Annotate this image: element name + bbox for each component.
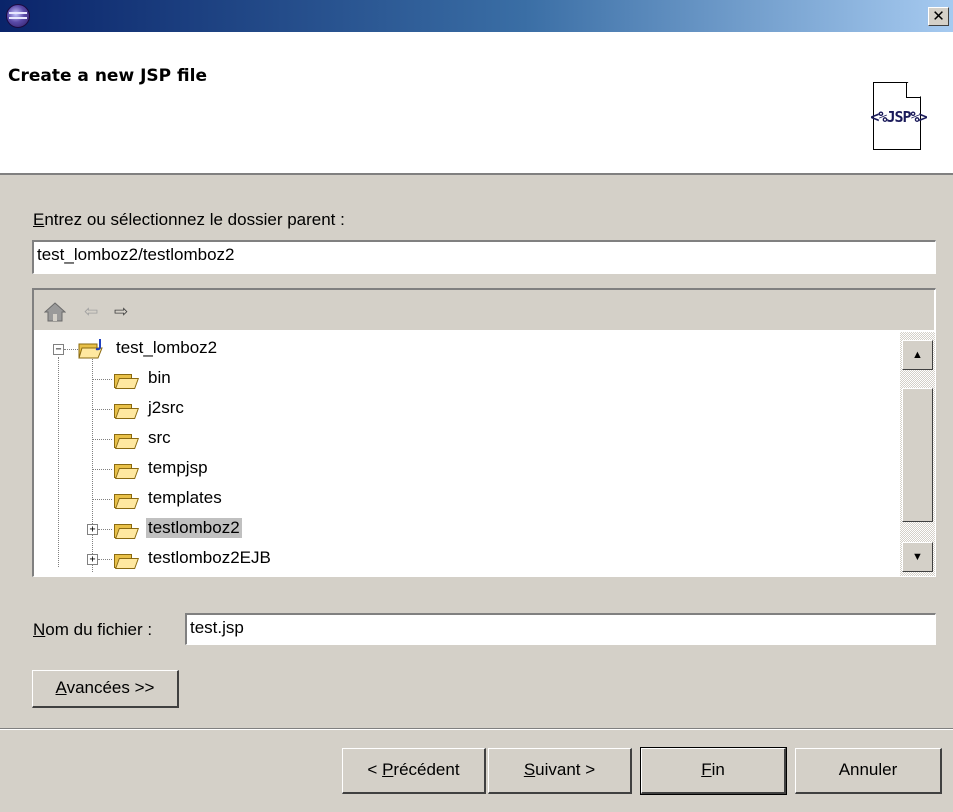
- next-button[interactable]: Suivant >: [488, 748, 632, 794]
- jsp-badge-text: <%JSP%>: [870, 108, 927, 126]
- tree-item-label: tempjsp: [148, 458, 208, 477]
- scroll-down-button[interactable]: ▼: [902, 542, 933, 572]
- file-name-label: Nom du fichier :: [33, 620, 152, 640]
- tree-vertical-scrollbar[interactable]: ▲ ▼: [900, 332, 935, 576]
- tree-item-src[interactable]: src: [34, 428, 900, 458]
- close-button[interactable]: ✕: [928, 7, 949, 26]
- tree-item-tempjsp[interactable]: tempjsp: [34, 458, 900, 488]
- wizard-title: Create a new JSP file: [8, 66, 207, 86]
- back-button[interactable]: < Précédent: [342, 748, 486, 794]
- next-button-text: uivant >: [535, 760, 596, 779]
- tree-item-testlomboz2[interactable]: + testlomboz2: [34, 518, 900, 548]
- tree-item-label: templates: [148, 488, 222, 507]
- file-name-label-accel: N: [33, 620, 46, 639]
- footer-separator: [0, 728, 953, 730]
- tree-item-templates[interactable]: templates: [34, 488, 900, 518]
- tree-item-label: src: [148, 428, 171, 447]
- file-name-input[interactable]: test.jsp: [185, 613, 936, 645]
- folder-icon: [114, 432, 140, 449]
- scroll-up-button[interactable]: ▲: [902, 340, 933, 370]
- file-name-label-text: om du fichier :: [45, 620, 153, 639]
- tree-item-label: testlomboz2: [146, 518, 242, 538]
- tree-item-label: testlomboz2EJB: [148, 548, 271, 567]
- parent-folder-value: test_lomboz2/testlomboz2: [37, 245, 235, 264]
- window-title-bar: ✕: [0, 0, 953, 32]
- tree-connector-h: [98, 559, 112, 560]
- scroll-thumb[interactable]: [902, 388, 933, 522]
- forward-arrow-icon[interactable]: ⇨: [114, 302, 128, 322]
- tree-nav-toolbar: ⇦ ⇨: [34, 290, 934, 330]
- jsp-file-icon: <%JSP%>: [844, 82, 953, 152]
- back-arrow-icon[interactable]: ⇦: [84, 302, 98, 322]
- next-button-accel: S: [523, 760, 536, 779]
- parent-folder-label-accel: E: [33, 210, 45, 229]
- folder-icon: [114, 522, 140, 539]
- tree-connector-h: [92, 439, 112, 440]
- expand-icon[interactable]: +: [87, 554, 98, 565]
- folder-icon: [114, 492, 140, 509]
- tree-connector-h: [64, 349, 78, 350]
- advanced-button[interactable]: Avancées >>: [32, 670, 179, 708]
- tree-item-label: bin: [148, 368, 171, 387]
- back-button-prefix: <: [367, 760, 383, 779]
- folder-icon: [114, 402, 140, 419]
- collapse-icon[interactable]: −: [53, 344, 64, 355]
- wizard-header: Create a new JSP file <%JSP%>: [0, 32, 953, 175]
- tree-root-label: test_lomboz2: [116, 338, 218, 357]
- tree-item-j2src[interactable]: j2src: [34, 398, 900, 428]
- jsp-doc-fold: [906, 82, 920, 98]
- finish-button-accel: F: [701, 760, 712, 779]
- java-project-icon: [78, 339, 103, 359]
- tree-item-bin[interactable]: bin: [34, 368, 900, 398]
- tree-connector-h: [92, 379, 112, 380]
- house-icon[interactable]: [44, 302, 66, 322]
- tree-connector-h: [92, 469, 112, 470]
- finish-button[interactable]: Fin: [640, 747, 787, 795]
- app-icon: [6, 4, 30, 28]
- tree-connector-h: [92, 409, 112, 410]
- back-button-accel: P: [382, 760, 394, 779]
- folder-icon: [114, 462, 140, 479]
- tree-item-label: j2src: [148, 398, 184, 417]
- folder-tree: − test_lomboz2 bin j2src src tempjsp tem…: [34, 332, 900, 576]
- folder-icon: [114, 552, 140, 569]
- cancel-button[interactable]: Annuler: [795, 748, 942, 794]
- back-button-text: récédent: [393, 760, 460, 779]
- tree-connector-h: [92, 499, 112, 500]
- tree-connector-h: [98, 529, 112, 530]
- parent-folder-input[interactable]: test_lomboz2/testlomboz2: [32, 240, 936, 274]
- file-name-value: test.jsp: [190, 618, 244, 637]
- parent-folder-label-text: ntrez ou sélectionnez le dossier parent …: [44, 210, 345, 229]
- finish-button-text: in: [711, 760, 725, 779]
- advanced-button-accel: A: [55, 678, 67, 697]
- folder-tree-panel: ⇦ ⇨ − test_lomboz2 bin j2src src tempjsp…: [32, 288, 936, 577]
- tree-item-testlomboz2ejb[interactable]: + testlomboz2EJB: [34, 548, 900, 576]
- parent-folder-label: Entrez ou sélectionnez le dossier parent…: [33, 210, 345, 230]
- expand-icon[interactable]: +: [87, 524, 98, 535]
- folder-icon: [114, 372, 140, 389]
- advanced-button-text: vancées >>: [66, 678, 155, 697]
- tree-root-row[interactable]: − test_lomboz2: [34, 338, 900, 368]
